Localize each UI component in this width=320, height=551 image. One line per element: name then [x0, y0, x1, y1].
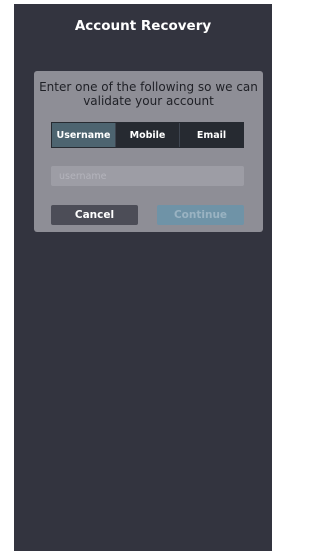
tab-mobile[interactable]: Mobile	[116, 123, 180, 147]
app-screen: Account Recovery Enter one of the follow…	[14, 4, 272, 551]
page-title: Account Recovery	[74, 18, 212, 34]
continue-button[interactable]: Continue	[157, 205, 244, 225]
dialog-prompt: Enter one of the following so we can val…	[39, 80, 258, 108]
cancel-button[interactable]: Cancel	[51, 205, 138, 225]
username-input[interactable]	[51, 166, 244, 186]
tab-email[interactable]: Email	[180, 123, 243, 147]
recovery-method-tabs: Username Mobile Email	[51, 122, 244, 148]
tab-username[interactable]: Username	[52, 123, 116, 147]
account-recovery-dialog: Enter one of the following so we can val…	[34, 71, 263, 232]
